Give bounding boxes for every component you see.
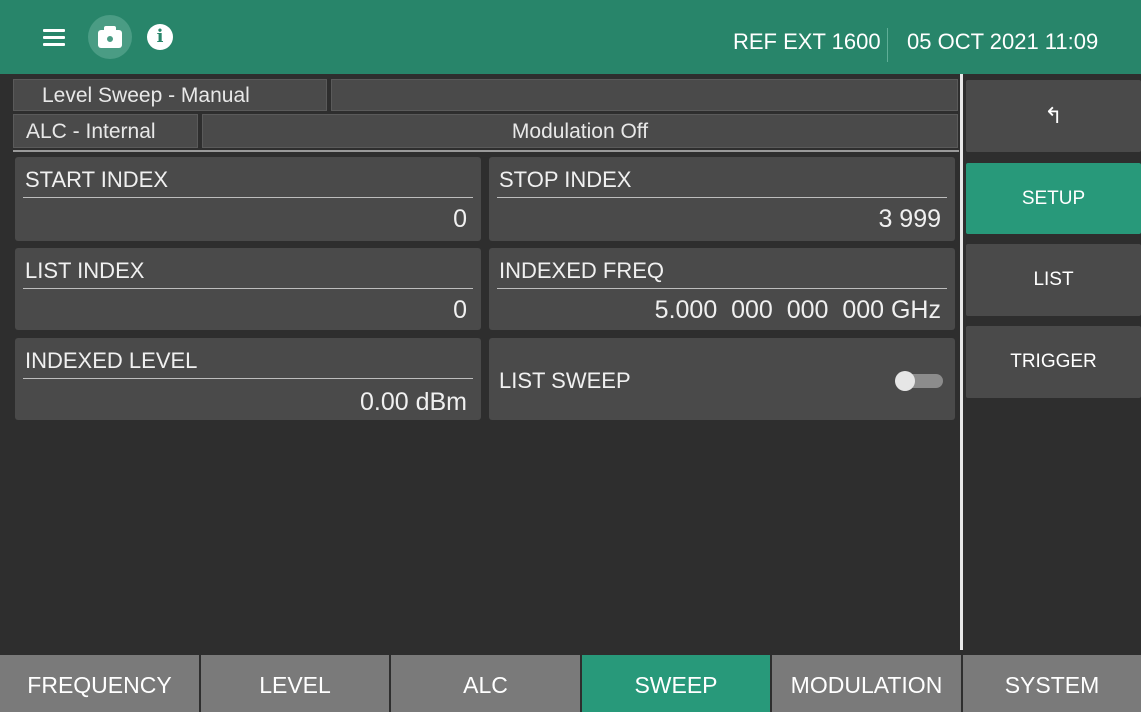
menu-icon[interactable] — [40, 22, 70, 52]
modulation-status: Modulation Off — [202, 114, 958, 148]
tab-sweep[interactable]: SWEEP — [582, 655, 770, 712]
alc-status: ALC - Internal — [13, 114, 198, 148]
tab-frequency[interactable]: FREQUENCY — [0, 655, 199, 712]
sweep-extra-status — [331, 79, 958, 111]
indexed-freq-field[interactable]: INDEXED FREQ 5.000 000 000 000 GHz — [489, 248, 955, 330]
toggle-knob — [895, 371, 915, 391]
stop-index-value: 3 999 — [878, 205, 941, 233]
field-underline — [23, 197, 473, 198]
indexed-level-label: INDEXED LEVEL — [25, 348, 198, 373]
tab-alc[interactable]: ALC — [391, 655, 580, 712]
status-divider — [13, 150, 959, 152]
bottom-tab-bar: FREQUENCY LEVEL ALC SWEEP MODULATION SYS… — [0, 655, 1141, 712]
stop-index-field[interactable]: STOP INDEX 3 999 — [489, 157, 955, 241]
field-underline — [23, 378, 473, 379]
tab-system[interactable]: SYSTEM — [963, 655, 1141, 712]
indexed-level-value: 0.00 dBm — [359, 388, 467, 416]
setup-button[interactable]: SETUP — [966, 163, 1141, 234]
tab-modulation[interactable]: MODULATION — [772, 655, 961, 712]
top-bar: i REF EXT 1600 05 OCT 2021 11:09 — [0, 0, 1141, 74]
back-button[interactable]: ↰ — [966, 80, 1141, 152]
list-button[interactable]: LIST — [966, 244, 1141, 316]
start-index-label: START INDEX — [25, 167, 169, 192]
start-index-field[interactable]: START INDEX 0 — [15, 157, 481, 241]
reference-status: REF EXT 1600 — [733, 29, 881, 54]
info-icon[interactable]: i — [145, 22, 175, 52]
list-index-label: LIST INDEX — [25, 258, 145, 283]
start-index-value: 0 — [453, 205, 467, 233]
indexed-level-field[interactable]: INDEXED LEVEL 0.00 dBm — [15, 338, 481, 420]
date-time: 05 OCT 2021 11:09 — [907, 29, 1099, 54]
list-sweep-label: LIST SWEEP — [499, 368, 631, 393]
tab-level[interactable]: LEVEL — [201, 655, 389, 712]
field-underline — [497, 197, 947, 198]
field-underline — [23, 288, 473, 289]
side-panel-divider — [960, 74, 963, 650]
list-sweep-field: LIST SWEEP — [489, 338, 955, 420]
sweep-mode-status: Level Sweep - Manual — [13, 79, 327, 111]
list-index-field[interactable]: LIST INDEX 0 — [15, 248, 481, 330]
back-arrow-icon: ↰ — [1044, 103, 1063, 128]
indexed-freq-value: 5.000 000 000 000 GHz — [654, 296, 941, 324]
trigger-button[interactable]: TRIGGER — [966, 326, 1141, 398]
header-divider — [887, 28, 888, 62]
indexed-freq-label: INDEXED FREQ — [499, 258, 665, 283]
camera-icon[interactable] — [95, 23, 125, 53]
list-sweep-toggle[interactable] — [895, 371, 943, 391]
list-index-value: 0 — [453, 296, 467, 324]
stop-index-label: STOP INDEX — [499, 167, 632, 192]
field-underline — [497, 288, 947, 289]
